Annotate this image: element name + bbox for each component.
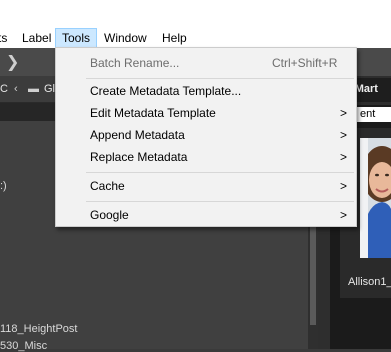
submenu-arrow-icon: >: [340, 179, 348, 193]
menu-separator: [86, 78, 354, 79]
drive-icon: ▬: [28, 83, 39, 95]
panel-text-fragment: :): [0, 180, 7, 192]
menu-item-label: Google: [90, 208, 129, 222]
menu-item-google[interactable]: Google >: [56, 204, 356, 226]
menu-view-partial[interactable]: ts: [0, 28, 7, 48]
menu-window[interactable]: Window: [100, 28, 151, 48]
folders-scrollbar-thumb[interactable]: [310, 220, 316, 325]
tools-dropdown-menu: Batch Rename... Ctrl+Shift+R Create Meta…: [55, 47, 357, 227]
menu-item-label: Create Metadata Template...: [90, 84, 242, 98]
menu-label[interactable]: Label: [20, 28, 53, 48]
folder-item[interactable]: 530_Misc: [0, 340, 47, 352]
menu-item-create-metadata-template[interactable]: Create Metadata Template...: [56, 80, 356, 102]
thumbnail-image[interactable]: [358, 128, 391, 258]
breadcrumb-separator-icon: ‹: [14, 83, 18, 95]
content-tab[interactable]: ent: [356, 107, 391, 122]
breadcrumb-item[interactable]: Gl: [44, 83, 55, 95]
menu-item-edit-metadata-template[interactable]: Edit Metadata Template >: [56, 102, 356, 124]
menu-item-cache[interactable]: Cache >: [56, 175, 356, 197]
menu-item-label: Replace Metadata: [90, 150, 188, 164]
menu-item-replace-metadata[interactable]: Replace Metadata >: [56, 146, 356, 168]
menu-item-label: Batch Rename...: [90, 56, 180, 70]
folder-item[interactable]: 118_HeightPost: [0, 323, 77, 335]
menu-item-batch-rename[interactable]: Batch Rename... Ctrl+Shift+R: [56, 52, 356, 74]
shortcut-label: Ctrl+Shift+R: [272, 56, 338, 70]
menu-separator: [86, 201, 354, 202]
menu-bar: ts Label Tools Window Help: [0, 28, 391, 48]
submenu-arrow-icon: >: [340, 128, 348, 142]
menu-item-label: Append Metadata: [90, 128, 185, 142]
submenu-arrow-icon: >: [340, 106, 348, 120]
menu-item-append-metadata[interactable]: Append Metadata >: [56, 124, 356, 146]
menu-item-label: Cache: [90, 179, 125, 193]
menu-tools[interactable]: Tools: [55, 28, 98, 48]
submenu-arrow-icon: >: [340, 208, 348, 222]
menu-item-label: Edit Metadata Template: [90, 106, 216, 120]
menu-help[interactable]: Help: [158, 28, 191, 48]
menu-separator: [86, 172, 354, 173]
path-drive-label[interactable]: C: [0, 83, 8, 95]
boomerang-icon[interactable]: ❯: [6, 54, 24, 72]
thumbnail-filename: Allison1_: [348, 276, 391, 288]
window-top-strip: [0, 0, 391, 28]
submenu-arrow-icon: >: [340, 150, 348, 164]
